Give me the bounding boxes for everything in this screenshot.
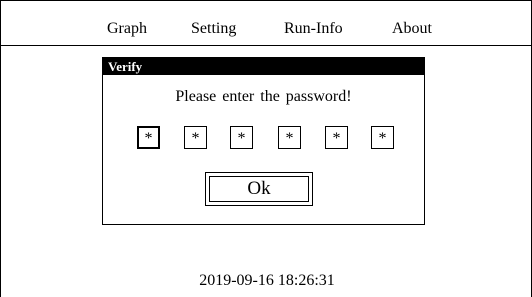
password-digit-1[interactable]: * — [137, 126, 160, 149]
app-frame: Graph Setting Run-Info About Verify Plea… — [0, 0, 532, 297]
password-prompt: Please enter the password! — [175, 88, 352, 105]
menu-item-about[interactable]: About — [392, 20, 432, 38]
ok-button[interactable]: Ok — [205, 172, 313, 206]
password-digit-2[interactable]: * — [184, 126, 207, 149]
menu-item-setting[interactable]: Setting — [191, 20, 236, 38]
dialog-titlebar: Verify — [103, 58, 424, 75]
password-digit-3[interactable]: * — [230, 126, 253, 149]
password-digit-4[interactable]: * — [278, 126, 301, 149]
menu-item-run-info[interactable]: Run-Info — [284, 20, 343, 38]
status-datetime: 2019-09-16 18:26:31 — [199, 272, 335, 289]
password-digit-6[interactable]: * — [371, 126, 394, 149]
ok-button-label: Ok — [209, 176, 309, 202]
verify-dialog: Verify Please enter the password! * * * … — [102, 57, 425, 225]
password-digit-5[interactable]: * — [325, 126, 348, 149]
menu-bar: Graph Setting Run-Info About — [1, 1, 532, 46]
dialog-title: Verify — [108, 59, 143, 74]
menu-item-graph[interactable]: Graph — [107, 20, 147, 38]
